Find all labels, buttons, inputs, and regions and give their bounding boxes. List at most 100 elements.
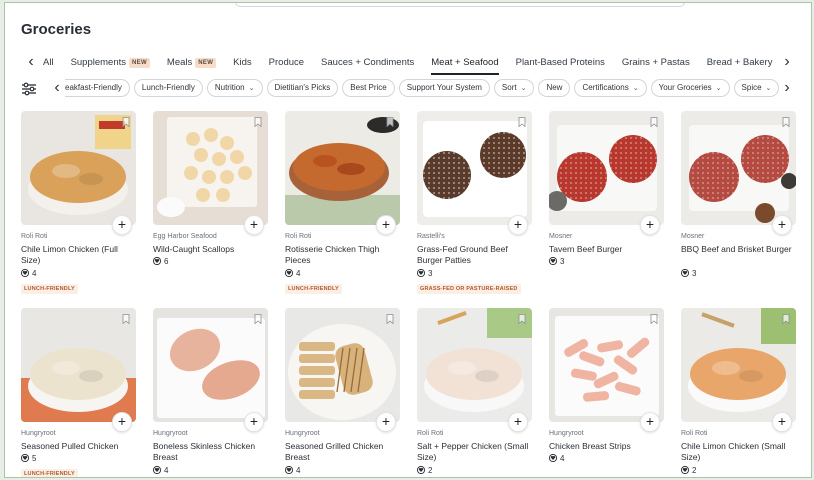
product-name[interactable]: Chile Limon Chicken (Full Size) [21, 244, 133, 266]
chevron-down-icon: ⌄ [765, 85, 772, 92]
product-name[interactable]: Wild-Caught Scallops [153, 244, 265, 255]
product-name[interactable]: Boneless Skinless Chicken Breast [153, 441, 265, 463]
product-name[interactable]: BBQ Beef and Brisket Burger [681, 244, 793, 255]
tab-category[interactable]: Grains + Pastas [622, 56, 690, 70]
product-card[interactable]: + Egg Harbor Seafood Wild-Caught Scallops … [153, 111, 268, 296]
filter-chip[interactable]: New [538, 79, 571, 97]
chevron-left-icon[interactable]: ‹ [23, 53, 39, 73]
product-card[interactable]: + Mosner Tavern Beef Burger 3 [549, 111, 664, 296]
product-image[interactable] [681, 111, 796, 225]
plus-icon: + [645, 216, 655, 232]
add-to-cart-button[interactable]: + [244, 215, 264, 235]
filter-chips: eakfast-Friendly Lunch-Friendly Nutrition ⌄… [65, 79, 789, 99]
tab-category[interactable]: Meals NEW [167, 56, 217, 70]
chevron-right-icon[interactable]: › [779, 79, 795, 99]
product-image[interactable] [21, 308, 136, 422]
filter-chip[interactable]: Sort ⌄ [493, 79, 535, 97]
product-card[interactable]: + Hungryroot Seasoned Grilled Chicken Brea… [285, 308, 400, 477]
add-to-cart-button[interactable]: + [112, 215, 132, 235]
add-to-cart-button[interactable]: + [772, 215, 792, 235]
filter-chip[interactable]: Dietitian's Picks [266, 79, 339, 97]
product-brand: Hungryroot [153, 430, 188, 437]
raw-patties-photo [549, 111, 664, 225]
chevron-left-icon[interactable]: ‹ [49, 79, 65, 99]
product-name[interactable]: Tavern Beef Burger [549, 244, 661, 255]
add-to-cart-button[interactable]: + [376, 215, 396, 235]
product-card[interactable]: + Hungryroot Seasoned Pulled Chicken 5 LUNC… [21, 308, 136, 477]
product-brand: Roli Roti [681, 430, 708, 437]
product-image[interactable] [417, 111, 532, 225]
filter-chip[interactable]: Lunch-Friendly [133, 79, 203, 97]
bookmark-icon[interactable] [650, 314, 658, 324]
tab-category[interactable]: Produce [269, 56, 304, 70]
product-name[interactable]: Rotisserie Chicken Thigh Pieces [285, 244, 397, 266]
product-name[interactable]: Grass-Fed Ground Beef Burger Patties [417, 244, 529, 266]
bookmark-icon[interactable] [386, 314, 394, 324]
product-card[interactable]: + Roli Roti Salt + Pepper Chicken (Small S… [417, 308, 532, 477]
add-to-cart-button[interactable]: + [112, 412, 132, 432]
bookmark-icon[interactable] [386, 117, 394, 127]
tab-label: Supplements [70, 57, 127, 68]
tab-category[interactable]: Sauces + Condiments [321, 56, 414, 70]
filter-chip[interactable]: Support Your System [398, 79, 490, 97]
add-to-cart-button[interactable]: + [772, 412, 792, 432]
add-to-cart-button[interactable]: + [244, 412, 264, 432]
shredded-chicken-bowl-photo [21, 111, 136, 225]
product-image[interactable] [681, 308, 796, 422]
tab-category[interactable]: Kids [233, 56, 251, 70]
points-value: 5 [21, 454, 36, 464]
add-to-cart-button[interactable]: + [508, 215, 528, 235]
product-image[interactable] [21, 111, 136, 225]
bookmark-icon[interactable] [518, 314, 526, 324]
bookmark-icon[interactable] [254, 117, 262, 127]
bookmark-icon[interactable] [122, 314, 130, 324]
tab-category[interactable]: Plant-Based Proteins [516, 56, 605, 70]
add-to-cart-button[interactable]: + [640, 412, 660, 432]
bookmark-icon[interactable] [782, 117, 790, 127]
bookmark-icon[interactable] [650, 117, 658, 127]
product-card[interactable]: + Mosner BBQ Beef and Brisket Burger 3 [681, 111, 796, 296]
product-image[interactable] [153, 111, 268, 225]
product-name[interactable]: Seasoned Grilled Chicken Breast [285, 441, 397, 463]
product-name[interactable]: Salt + Pepper Chicken (Small Size) [417, 441, 529, 463]
filter-chip[interactable]: Your Groceries ⌄ [650, 79, 730, 97]
add-to-cart-button[interactable]: + [376, 412, 396, 432]
product-image[interactable] [417, 308, 532, 422]
product-image[interactable] [549, 111, 664, 225]
filter-chip[interactable]: Certifications ⌄ [574, 79, 647, 97]
product-card[interactable]: + Roli Roti Rotisserie Chicken Thigh Piece… [285, 111, 400, 296]
add-to-cart-button[interactable]: + [508, 412, 528, 432]
tab-category[interactable]: Meat + Seafood [431, 56, 499, 75]
pulled-chicken-bowl-photo [21, 308, 136, 422]
tab-label: Meat + Seafood [431, 57, 499, 68]
product-image[interactable] [549, 308, 664, 422]
search-bar-edge[interactable] [235, 3, 685, 7]
bookmark-icon[interactable] [518, 117, 526, 127]
heart-points-icon [153, 257, 161, 265]
product-name[interactable]: Seasoned Pulled Chicken [21, 441, 133, 452]
product-card[interactable]: + Rastelli's Grass-Fed Ground Beef Burger … [417, 111, 532, 296]
tab-category[interactable]: Bread + Bakery [707, 56, 773, 70]
product-image[interactable] [153, 308, 268, 422]
chevron-right-icon[interactable]: › [779, 53, 795, 73]
filter-chip[interactable]: Spice ⌄ [733, 79, 780, 97]
add-to-cart-button[interactable]: + [640, 215, 660, 235]
product-card[interactable]: + Hungryroot Chicken Breast Strips 4 [549, 308, 664, 477]
heart-points-icon [285, 269, 293, 277]
filter-chip[interactable]: Nutrition ⌄ [206, 79, 263, 97]
bookmark-icon[interactable] [254, 314, 262, 324]
tab-category[interactable]: All [43, 56, 54, 70]
product-card[interactable]: + Roli Roti Chile Limon Chicken (Small Siz… [681, 308, 796, 477]
sliders-icon[interactable] [21, 82, 37, 96]
bookmark-icon[interactable] [122, 117, 130, 127]
filter-chip[interactable]: Best Price [342, 79, 395, 97]
product-name[interactable]: Chicken Breast Strips [549, 441, 661, 452]
product-card[interactable]: + Hungryroot Boneless Skinless Chicken Bre… [153, 308, 268, 477]
filter-chip[interactable]: eakfast-Friendly [65, 79, 130, 97]
product-image[interactable] [285, 111, 400, 225]
product-card[interactable]: + Roli Roti Chile Limon Chicken (Full Size… [21, 111, 136, 296]
bookmark-icon[interactable] [782, 314, 790, 324]
product-name[interactable]: Chile Limon Chicken (Small Size) [681, 441, 793, 463]
tab-category[interactable]: Supplements NEW [71, 56, 150, 70]
product-image[interactable] [285, 308, 400, 422]
